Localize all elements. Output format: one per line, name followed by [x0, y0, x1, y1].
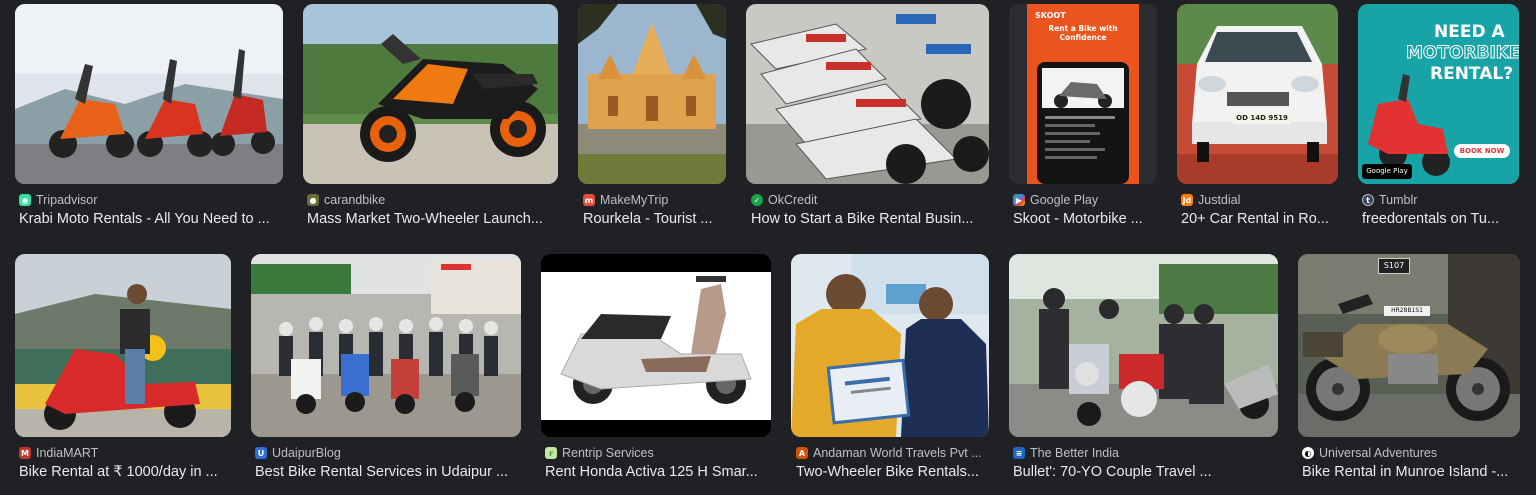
scooter-rental-photo: [15, 4, 283, 184]
justdial-favicon-icon: Jd: [1181, 194, 1193, 206]
temple-photo: [578, 4, 726, 184]
skoot-headline: Rent a Bike with Confidence: [1048, 24, 1118, 42]
source-name: Rentrip Services: [562, 446, 654, 460]
okcredit-favicon-icon: ✓: [751, 194, 763, 206]
result-source: Jd Justdial: [1181, 193, 1240, 207]
andaman-favicon-icon: A: [796, 447, 808, 459]
result-title[interactable]: Bullet': 70-YO Couple Travel ...: [1013, 464, 1275, 480]
freedo-headline-line-3: RENTAL?: [1430, 64, 1514, 84]
result-source: ▶ Google Play: [1013, 193, 1098, 207]
source-name: The Better India: [1030, 446, 1119, 460]
result-title[interactable]: Mass Market Two-Wheeler Launch...: [307, 211, 559, 227]
car-number-plate: OD 14D 9519: [1233, 112, 1291, 124]
tripadvisor-favicon-icon: ◉: [19, 194, 31, 206]
result-title[interactable]: Skoot - Motorbike ...: [1013, 211, 1155, 227]
source-name: Tumblr: [1379, 193, 1418, 207]
result-source: ◉ Tripadvisor: [19, 193, 97, 207]
honda-activa-scooter-photo: [541, 254, 771, 437]
result-title[interactable]: How to Start a Bike Rental Busin...: [751, 211, 987, 227]
udaipurblog-favicon-icon: U: [255, 447, 267, 459]
result-source: t Tumblr: [1362, 193, 1417, 207]
white-car-photo: [1177, 4, 1338, 184]
result-source: r Rentrip Services: [545, 446, 654, 460]
result-title[interactable]: Krabi Moto Rentals - All You Need to ...: [19, 211, 284, 227]
bikers-group-photo: [1009, 254, 1278, 437]
result-thumbnail[interactable]: [746, 4, 989, 184]
award-ceremony-photo: [791, 254, 989, 437]
source-name: IndiaMART: [36, 446, 99, 460]
result-source: ● carandbike: [307, 193, 385, 207]
the-better-india-favicon-icon: ≡: [1013, 447, 1025, 459]
tumblr-favicon-icon: t: [1362, 194, 1374, 206]
source-name: MakeMyTrip: [600, 193, 669, 207]
royal-enfield-motorcycle-photo: [1298, 254, 1520, 437]
result-title[interactable]: Bike Rental in Munroe Island -...: [1302, 464, 1518, 480]
result-title[interactable]: Bike Rental at ₹ 1000/day in ...: [19, 464, 229, 480]
result-source: A Andaman World Travels Pvt ...: [796, 446, 982, 460]
source-name: Tripadvisor: [36, 193, 98, 207]
orange-sport-bike-photo: [303, 4, 558, 184]
rentrip-favicon-icon: r: [545, 447, 557, 459]
result-source: ≡ The Better India: [1013, 446, 1119, 460]
result-thumbnail[interactable]: NEED A MOTORBIKE RENTAL? BOOK NOW Google…: [1358, 4, 1519, 184]
result-source: m MakeMyTrip: [583, 193, 668, 207]
result-thumbnail[interactable]: [15, 4, 283, 184]
source-name: Justdial: [1198, 193, 1241, 207]
bike-number-plate: HR28B1S1: [1384, 306, 1430, 316]
parked-scooters-photo: [746, 4, 989, 184]
result-title[interactable]: Two-Wheeler Bike Rentals...: [796, 464, 988, 480]
result-title[interactable]: Rent Honda Activa 125 H Smar...: [545, 464, 769, 480]
freedo-headline-line-1: NEED A: [1434, 22, 1505, 42]
source-name: carandbike: [324, 193, 386, 207]
result-thumbnail[interactable]: S107 HR28B1S1: [1298, 254, 1520, 437]
sign-number-plate: S107: [1378, 258, 1410, 274]
result-thumbnail[interactable]: [578, 4, 726, 184]
result-title[interactable]: Best Bike Rental Services in Udaipur ...: [255, 464, 519, 480]
freedo-book-now-button: BOOK NOW: [1454, 144, 1510, 158]
result-thumbnail[interactable]: SKOOT Rent a Bike with Confidence: [1009, 4, 1157, 184]
skoot-logo: SKOOT: [1035, 11, 1066, 20]
indiamart-favicon-icon: M: [19, 447, 31, 459]
result-title[interactable]: Rourkela - Tourist ...: [583, 211, 726, 227]
google-play-favicon-icon: ▶: [1013, 194, 1025, 206]
result-source: ◐ Universal Adventures: [1302, 446, 1437, 460]
result-thumbnail[interactable]: [791, 254, 989, 437]
source-name: Andaman World Travels Pvt ...: [813, 446, 982, 460]
source-name: OkCredit: [768, 193, 818, 207]
result-thumbnail[interactable]: OD 14D 9519: [1177, 4, 1338, 184]
result-thumbnail[interactable]: [251, 254, 521, 437]
result-source: ✓ OkCredit: [751, 193, 817, 207]
group-with-scooters-photo: [251, 254, 521, 437]
makemytrip-favicon-icon: m: [583, 194, 595, 206]
source-name: UdaipurBlog: [272, 446, 341, 460]
source-name: Google Play: [1030, 193, 1099, 207]
man-on-red-scooter-photo: [15, 254, 231, 437]
result-thumbnail[interactable]: [303, 4, 558, 184]
result-title[interactable]: freedorentals on Tu...: [1362, 211, 1517, 227]
result-thumbnail[interactable]: [1009, 254, 1278, 437]
google-play-badge: Google Play: [1362, 164, 1412, 179]
result-source: M IndiaMART: [19, 446, 98, 460]
source-name: Universal Adventures: [1319, 446, 1438, 460]
universal-adventures-favicon-icon: ◐: [1302, 447, 1314, 459]
result-thumbnail[interactable]: [15, 254, 231, 437]
carandbike-favicon-icon: ●: [307, 194, 319, 206]
freedo-headline-line-2: MOTORBIKE: [1406, 43, 1519, 64]
result-source: U UdaipurBlog: [255, 446, 341, 460]
result-title[interactable]: 20+ Car Rental in Ro...: [1181, 211, 1336, 227]
result-thumbnail[interactable]: [541, 254, 771, 437]
